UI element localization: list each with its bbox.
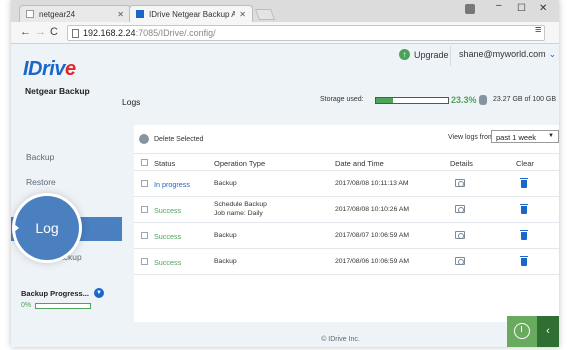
storage-fill: [376, 98, 393, 103]
url-bar[interactable]: 192.168.2.24:7085/IDrive/.config/ ☆: [67, 25, 545, 41]
row-checkbox[interactable]: [141, 258, 148, 265]
row-date: 2017/08/08 10:11:13 AM: [335, 180, 409, 187]
sidebar-item-backup[interactable]: Backup: [26, 152, 54, 162]
page-icon: [72, 29, 79, 38]
user-profile-icon[interactable]: [465, 4, 475, 14]
storage-total: 23.27 GB of 100 GB: [493, 96, 557, 103]
footer-copyright: © IDrive Inc.: [321, 336, 360, 343]
table-row[interactable]: Success Backup 2017/08/07 10:06:59 AM: [134, 223, 559, 249]
account-menu[interactable]: shane@myworld.com ⌄: [459, 49, 556, 60]
row-operation: Backup: [214, 180, 237, 187]
trash-icon[interactable]: [520, 178, 528, 188]
backup-progress-label: Backup Progress... ▼: [21, 288, 104, 298]
view-logs-from-label: View logs from: [448, 134, 494, 141]
row-operation: Backup: [214, 258, 237, 265]
magnifier-callout: Log: [14, 196, 79, 260]
table-row[interactable]: Success Schedule Backup Job name: Daily …: [134, 197, 559, 223]
magnified-log-label: Log: [35, 220, 59, 236]
idrive-logo: IDrive: [23, 58, 76, 80]
address-toolbar: ← → C 192.168.2.24:7085/IDrive/.config/ …: [11, 22, 559, 44]
minimize-button[interactable]: –: [496, 0, 502, 11]
delete-selected-button[interactable]: Delete Selected: [139, 134, 203, 144]
close-window-button[interactable]: ✕: [539, 3, 547, 14]
select-all-checkbox[interactable]: [141, 159, 148, 166]
tab-label: IDrive Netgear Backup Ap: [149, 9, 236, 19]
row-status: Success: [154, 258, 182, 267]
storage-percent: 23.3%: [451, 95, 477, 105]
back-arrow-icon[interactable]: ←: [20, 26, 31, 38]
active-pointer-icon: [14, 224, 19, 232]
row-checkbox[interactable]: [141, 206, 148, 213]
row-job-name: Job name: Daily: [214, 210, 263, 217]
dropdown-arrow-icon: ▼: [548, 133, 554, 139]
trash-icon[interactable]: [520, 230, 528, 240]
clock-icon: [514, 323, 530, 339]
upgrade-button[interactable]: ↑ Upgrade: [399, 49, 449, 60]
log-period-select[interactable]: past 1 week ▼: [491, 130, 559, 143]
row-date: 2017/08/08 10:10:26 AM: [335, 206, 410, 213]
scheduler-clock-button[interactable]: [507, 316, 537, 347]
chevron-down-icon: ⌄: [548, 49, 557, 59]
row-date: 2017/08/06 10:06:59 AM: [335, 258, 410, 265]
database-icon: [479, 95, 487, 105]
sidebar-item-restore[interactable]: Restore: [26, 177, 56, 187]
logs-panel: Delete Selected View logs from past 1 we…: [134, 125, 559, 322]
header-divider: [450, 46, 451, 66]
sidebar: IDrive Netgear Backup Backup Restore ack…: [11, 44, 122, 347]
url-path: :7085/IDrive/.config/: [135, 28, 216, 38]
tab-close-icon[interactable]: ✕: [239, 10, 246, 19]
forward-arrow-icon[interactable]: →: [35, 26, 46, 38]
column-header-details: Details: [450, 159, 473, 168]
table-row[interactable]: In progress Backup 2017/08/08 10:11:13 A…: [134, 171, 559, 197]
row-status: Success: [154, 206, 182, 215]
upgrade-label: Upgrade: [414, 49, 449, 60]
maximize-button[interactable]: ☐: [517, 3, 526, 14]
row-status: In progress: [154, 180, 190, 189]
url-host: 192.168.2.24: [83, 28, 136, 38]
url-text: 192.168.2.24:7085/IDrive/.config/: [83, 28, 216, 38]
main-content: Logs Storage used: 23.3% 23.27 GB of 100…: [122, 70, 559, 347]
browser-menu-icon[interactable]: ≡: [535, 24, 541, 36]
row-checkbox[interactable]: [141, 180, 148, 187]
column-header-operation: Operation Type: [214, 159, 266, 168]
progress-percent: 0%: [21, 302, 32, 309]
page-title: Logs: [122, 97, 141, 107]
storage-label: Storage used:: [320, 96, 364, 103]
browser-window: netgear24 ✕ IDrive Netgear Backup Ap ✕ –…: [11, 0, 559, 347]
row-status: Success: [154, 232, 182, 241]
row-checkbox[interactable]: [141, 232, 148, 239]
details-icon[interactable]: [455, 205, 465, 213]
tab-bar: netgear24 ✕ IDrive Netgear Backup Ap ✕ –…: [11, 0, 559, 22]
row-operation: Schedule Backup: [214, 201, 267, 208]
new-tab-button[interactable]: [254, 9, 276, 20]
backup-progress-bar: [35, 303, 91, 309]
row-date: 2017/08/07 10:06:59 AM: [335, 232, 410, 239]
browser-tab-idrive[interactable]: IDrive Netgear Backup Ap ✕: [129, 5, 253, 22]
details-icon[interactable]: [455, 257, 465, 265]
tab-close-icon[interactable]: ✕: [117, 10, 124, 19]
details-icon[interactable]: [455, 179, 465, 187]
page-favicon-icon: [26, 10, 34, 18]
trash-icon[interactable]: [520, 256, 528, 266]
account-email: shane@myworld.com: [459, 49, 546, 59]
trash-icon: [139, 134, 149, 144]
row-operation: Backup: [214, 232, 237, 239]
browser-tab-netgear24[interactable]: netgear24 ✕: [19, 5, 131, 22]
product-name: Netgear Backup: [25, 86, 90, 96]
tab-label: netgear24: [39, 9, 76, 19]
trash-icon[interactable]: [520, 204, 528, 214]
column-header-clear: Clear: [516, 159, 534, 168]
collapse-panel-button[interactable]: ‹: [537, 316, 559, 347]
storage-bar: [375, 97, 449, 104]
chevron-down-icon[interactable]: ▼: [93, 288, 104, 298]
table-header: Status Operation Type Date and Time Deta…: [134, 153, 559, 171]
details-icon[interactable]: [455, 231, 465, 239]
idrive-favicon-icon: [136, 10, 144, 18]
column-header-date: Date and Time: [335, 159, 384, 168]
upgrade-arrow-icon: ↑: [399, 49, 410, 60]
reload-icon[interactable]: C: [50, 26, 58, 38]
column-header-status: Status: [154, 159, 176, 168]
table-row[interactable]: Success Backup 2017/08/06 10:06:59 AM: [134, 249, 559, 275]
